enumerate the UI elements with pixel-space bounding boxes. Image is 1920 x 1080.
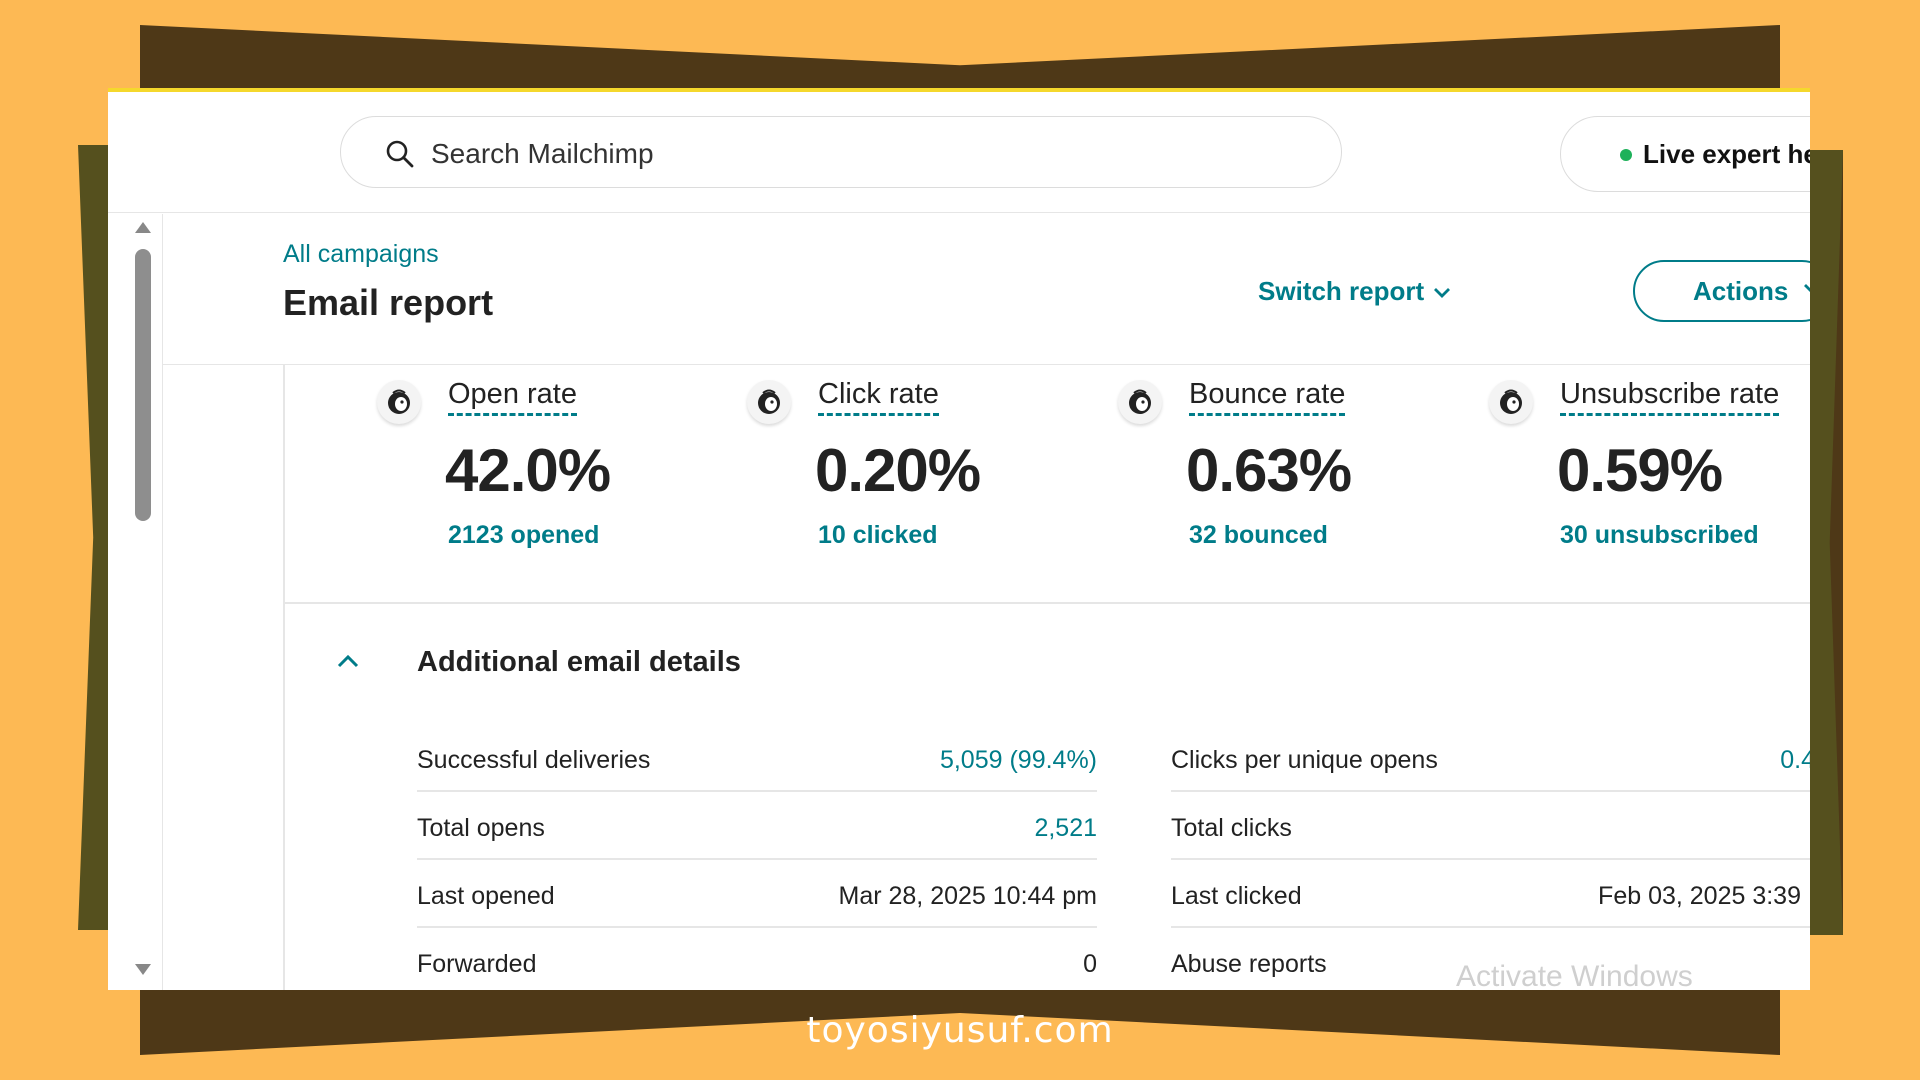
detail-row: Total clicks [1171, 792, 1810, 860]
online-status-dot [1620, 149, 1632, 161]
scrollbar-thumb[interactable] [135, 249, 151, 521]
report-content: Open rate 42.0% 2123 opened Click rate 0… [283, 364, 1810, 990]
stat-sub-link[interactable]: 32 bounced [1189, 521, 1328, 550]
breadcrumb-all-campaigns[interactable]: All campaigns [283, 240, 439, 269]
app-screenshot: Live expert he All campaigns Email repor… [108, 88, 1810, 990]
stat-open-rate: Open rate 42.0% 2123 opened [285, 364, 645, 564]
live-expert-help-label: Live expert he [1643, 139, 1810, 169]
detail-label: Forwarded [417, 950, 537, 978]
actions-dropdown-button[interactable]: Actions [1633, 260, 1810, 322]
detail-value-link[interactable]: 0.4 [1780, 746, 1810, 775]
switch-report-label: Switch report [1258, 276, 1425, 306]
stat-label[interactable]: Bounce rate [1189, 378, 1346, 416]
site-url-caption: toyosiyusuf.com [806, 1010, 1114, 1051]
page-header: All campaigns Email report Switch report… [163, 214, 1810, 365]
stat-label[interactable]: Open rate [448, 378, 577, 416]
stat-sub-link[interactable]: 10 clicked [818, 521, 938, 550]
detail-row: Clicks per unique opens 0.4 [1171, 724, 1810, 792]
stat-value: 0.59% [1557, 437, 1723, 504]
stat-value: 0.63% [1186, 437, 1352, 504]
stat-label[interactable]: Unsubscribe rate [1560, 378, 1780, 416]
scroll-down-arrow-icon[interactable] [135, 964, 151, 975]
activate-windows-watermark: Activate Windows [1456, 960, 1693, 990]
detail-value: 0 [1083, 950, 1097, 978]
actions-label: Actions [1693, 276, 1789, 306]
search-input[interactable] [429, 131, 1313, 177]
stat-bounce-rate: Bounce rate 0.63% 32 bounced [1026, 364, 1386, 564]
mailchimp-freddie-icon [747, 380, 791, 424]
detail-label: Abuse reports [1171, 950, 1327, 978]
stat-value: 42.0% [445, 437, 611, 504]
detail-label: Total opens [417, 814, 545, 842]
search-bar[interactable] [340, 116, 1342, 188]
detail-value-link[interactable]: 5,059 (99.4%) [940, 746, 1097, 775]
mailchimp-freddie-icon [1118, 380, 1162, 424]
decorative-top-band [140, 25, 1780, 90]
page-title: Email report [283, 282, 494, 323]
chevron-up-icon[interactable] [335, 652, 361, 670]
detail-value: Mar 28, 2025 10:44 pm [838, 882, 1098, 910]
mailchimp-freddie-icon [377, 380, 421, 424]
search-icon [386, 140, 414, 168]
detail-label: Successful deliveries [417, 746, 651, 774]
vertical-scrollbar[interactable] [132, 220, 154, 990]
detail-row: Last opened Mar 28, 2025 10:44 pm [417, 860, 1097, 928]
divider [285, 602, 1810, 604]
detail-row: Forwarded 0 [417, 928, 1097, 990]
stat-sub-link[interactable]: 30 unsubscribed [1560, 521, 1759, 550]
detail-label: Clicks per unique opens [1171, 746, 1438, 774]
detail-row: Last clicked Feb 03, 2025 3:39 [1171, 860, 1810, 928]
chevron-down-icon [1804, 284, 1810, 292]
stat-unsubscribe-rate: Unsubscribe rate 0.59% 30 unsubscribed [1397, 364, 1780, 564]
detail-label: Last clicked [1171, 882, 1302, 910]
top-bar: Live expert he [108, 92, 1810, 213]
stat-label[interactable]: Click rate [818, 378, 939, 416]
detail-row: Total opens 2,521 [417, 792, 1097, 860]
stat-value: 0.20% [815, 437, 981, 504]
stat-sub-link[interactable]: 2123 opened [448, 521, 599, 550]
stat-click-rate: Click rate 0.20% 10 clicked [655, 364, 1015, 564]
mailchimp-freddie-icon [1489, 380, 1533, 424]
detail-label: Total clicks [1171, 814, 1292, 842]
section-title: Additional email details [417, 646, 741, 678]
detail-value: Feb 03, 2025 3:39 [1598, 882, 1801, 910]
detail-row: Successful deliveries 5,059 (99.4%) [417, 724, 1097, 792]
live-expert-help-button[interactable]: Live expert he [1560, 116, 1810, 192]
scroll-up-arrow-icon[interactable] [135, 222, 151, 233]
detail-value-link[interactable]: 2,521 [1034, 814, 1097, 843]
chevron-down-icon [1434, 288, 1451, 299]
detail-label: Last opened [417, 882, 555, 910]
switch-report-button[interactable]: Switch report [1258, 276, 1452, 307]
